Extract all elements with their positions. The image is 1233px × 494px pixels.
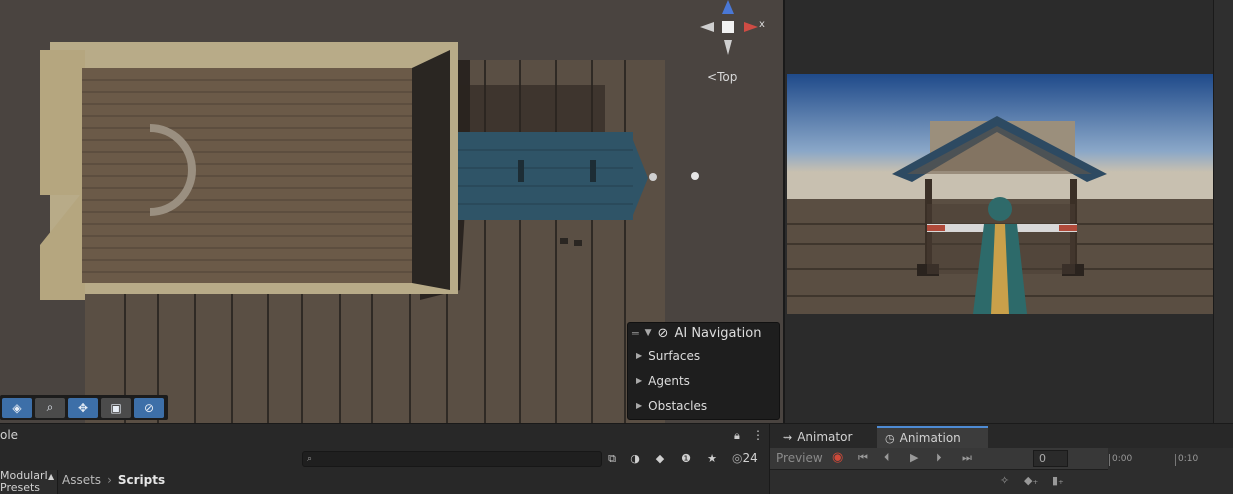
search-scope-icon[interactable]: ⧉ (603, 451, 621, 467)
record-icon[interactable]: ◉ (832, 450, 843, 465)
first-key-icon[interactable]: ⏮ (858, 451, 868, 465)
clock-icon: ◷ (885, 431, 895, 445)
camera-icon[interactable]: ▣ (101, 397, 131, 418)
ai-navigation-item-surfaces[interactable]: ▶ Surfaces (628, 343, 779, 368)
compass-icon[interactable]: ⊘ (134, 397, 164, 418)
ai-navigation-header[interactable]: ═ ▼ ⊘ AI Navigation (628, 323, 779, 343)
expand-triangle-icon: ▶ (636, 376, 643, 385)
preview-button[interactable]: Preview (776, 451, 823, 465)
frame-input[interactable]: 0 (1033, 450, 1068, 467)
lock-icon[interactable]: 🔒︎ (734, 429, 740, 443)
animation-pane: ⇝ Animator ◷ Animation Preview ◉ ⏮ ⏴ ▶ ⏵… (769, 424, 1233, 494)
chevron-left-icon: < (707, 70, 718, 84)
move-icon[interactable]: ✥ (68, 397, 98, 418)
folder-item-label[interactable]: Presets (0, 482, 57, 494)
filter-icon[interactable]: ✧ (1000, 474, 1009, 487)
game-render (787, 74, 1214, 314)
keyframe-toolbar: ✧ ◆₊ ▮₊ (770, 470, 1108, 494)
right-scrollbar[interactable] (1213, 0, 1233, 423)
next-key-icon[interactable]: ⏵ (936, 451, 942, 465)
search-icon: ⌕ (307, 454, 313, 464)
game-view-panel (783, 0, 1214, 423)
project-folder-tree[interactable]: ModularI Presets ▲ (0, 470, 58, 494)
tab-console[interactable]: ole (0, 428, 18, 442)
add-event-icon[interactable]: ▮₊ (1052, 474, 1064, 487)
time-tick-label: 0:10 (1178, 454, 1199, 464)
axis-gizmo-icon[interactable] (698, 0, 768, 60)
collapse-triangle-icon[interactable]: ▼ (645, 328, 652, 338)
more-options-icon[interactable]: ⋮ (752, 428, 764, 442)
visibility-count[interactable]: ◎24 (732, 451, 758, 465)
time-tick-label: 0:00 (1112, 454, 1133, 464)
breadcrumb-item[interactable]: Assets (62, 473, 101, 487)
bottom-panel: ole 🔒︎ ⋮ ⌕ ⧉ ◑ ◆ ❶ ★ ◎24 ModularI Preset… (0, 423, 1233, 494)
drag-handle-icon[interactable]: ═ (632, 327, 639, 340)
ai-navigation-title: AI Navigation (674, 325, 762, 341)
ai-navigation-item-label: Agents (648, 373, 690, 388)
previous-key-icon[interactable]: ⏴ (884, 451, 890, 465)
breadcrumb: Assets › Scripts (62, 473, 165, 487)
scene-tool-strip: ◈ ⌕ ✥ ▣ ⊘ (0, 395, 168, 420)
gizmo-axis-label: x (759, 19, 765, 30)
compass-icon: ⊘ (657, 325, 669, 341)
tick-line (1109, 454, 1110, 466)
orientation-gizmo[interactable]: x (698, 0, 768, 60)
star-icon[interactable]: ★ (703, 451, 721, 467)
timeline-ruler[interactable]: 0:00 0:10 (1108, 448, 1233, 494)
project-search-input[interactable]: ⌕ (302, 451, 602, 467)
filter-type-icon[interactable]: ◑ (626, 451, 644, 467)
tab-animator[interactable]: ⇝ Animator (775, 426, 860, 448)
expand-triangle-icon: ▶ (636, 401, 643, 410)
last-key-icon[interactable]: ⏭ (962, 451, 972, 465)
project-toolbar: ⌕ ⧉ ◑ ◆ ❶ ★ ◎24 (0, 448, 768, 470)
ai-navigation-item-label: Obstacles (648, 398, 708, 413)
label-tag-icon[interactable]: ◆ (651, 451, 669, 467)
search-icon[interactable]: ⌕ (35, 397, 65, 418)
game-view[interactable] (787, 74, 1214, 314)
scroll-up-icon[interactable]: ▲ (48, 471, 54, 483)
ai-navigation-item-agents[interactable]: ▶ Agents (628, 368, 779, 393)
scene-view[interactable]: x <Top ═ ▼ ⊘ AI Navigation ▶ Surfaces ▶ … (0, 0, 783, 423)
layers-icon[interactable]: ◈ (2, 397, 32, 418)
expand-triangle-icon: ▶ (636, 351, 643, 360)
add-keyframe-icon[interactable]: ◆₊ (1024, 474, 1038, 487)
view-orientation-label[interactable]: <Top (707, 70, 737, 84)
ai-navigation-item-label: Surfaces (648, 348, 701, 363)
play-icon[interactable]: ▶ (910, 451, 918, 464)
tab-animation[interactable]: ◷ Animation (877, 426, 988, 448)
breadcrumb-item-current[interactable]: Scripts (118, 473, 165, 487)
chevron-right-icon: › (107, 473, 112, 487)
ai-navigation-item-obstacles[interactable]: ▶ Obstacles (628, 393, 779, 418)
warning-icon[interactable]: ❶ (677, 451, 695, 467)
tick-line (1175, 454, 1176, 466)
eye-icon: ◎ (732, 451, 743, 465)
animator-icon: ⇝ (783, 430, 793, 444)
ai-navigation-overlay: ═ ▼ ⊘ AI Navigation ▶ Surfaces ▶ Agents … (627, 322, 780, 420)
